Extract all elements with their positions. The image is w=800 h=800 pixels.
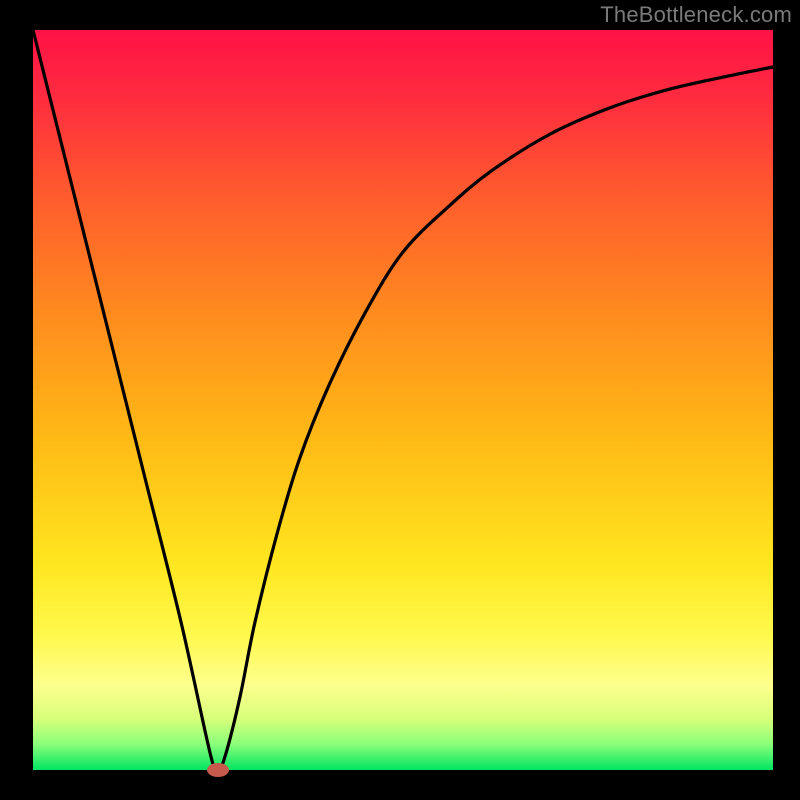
- watermark-text: TheBottleneck.com: [600, 2, 792, 28]
- bottleneck-chart: [0, 0, 800, 800]
- optimal-point-marker: [207, 763, 229, 777]
- plot-area: [33, 30, 773, 770]
